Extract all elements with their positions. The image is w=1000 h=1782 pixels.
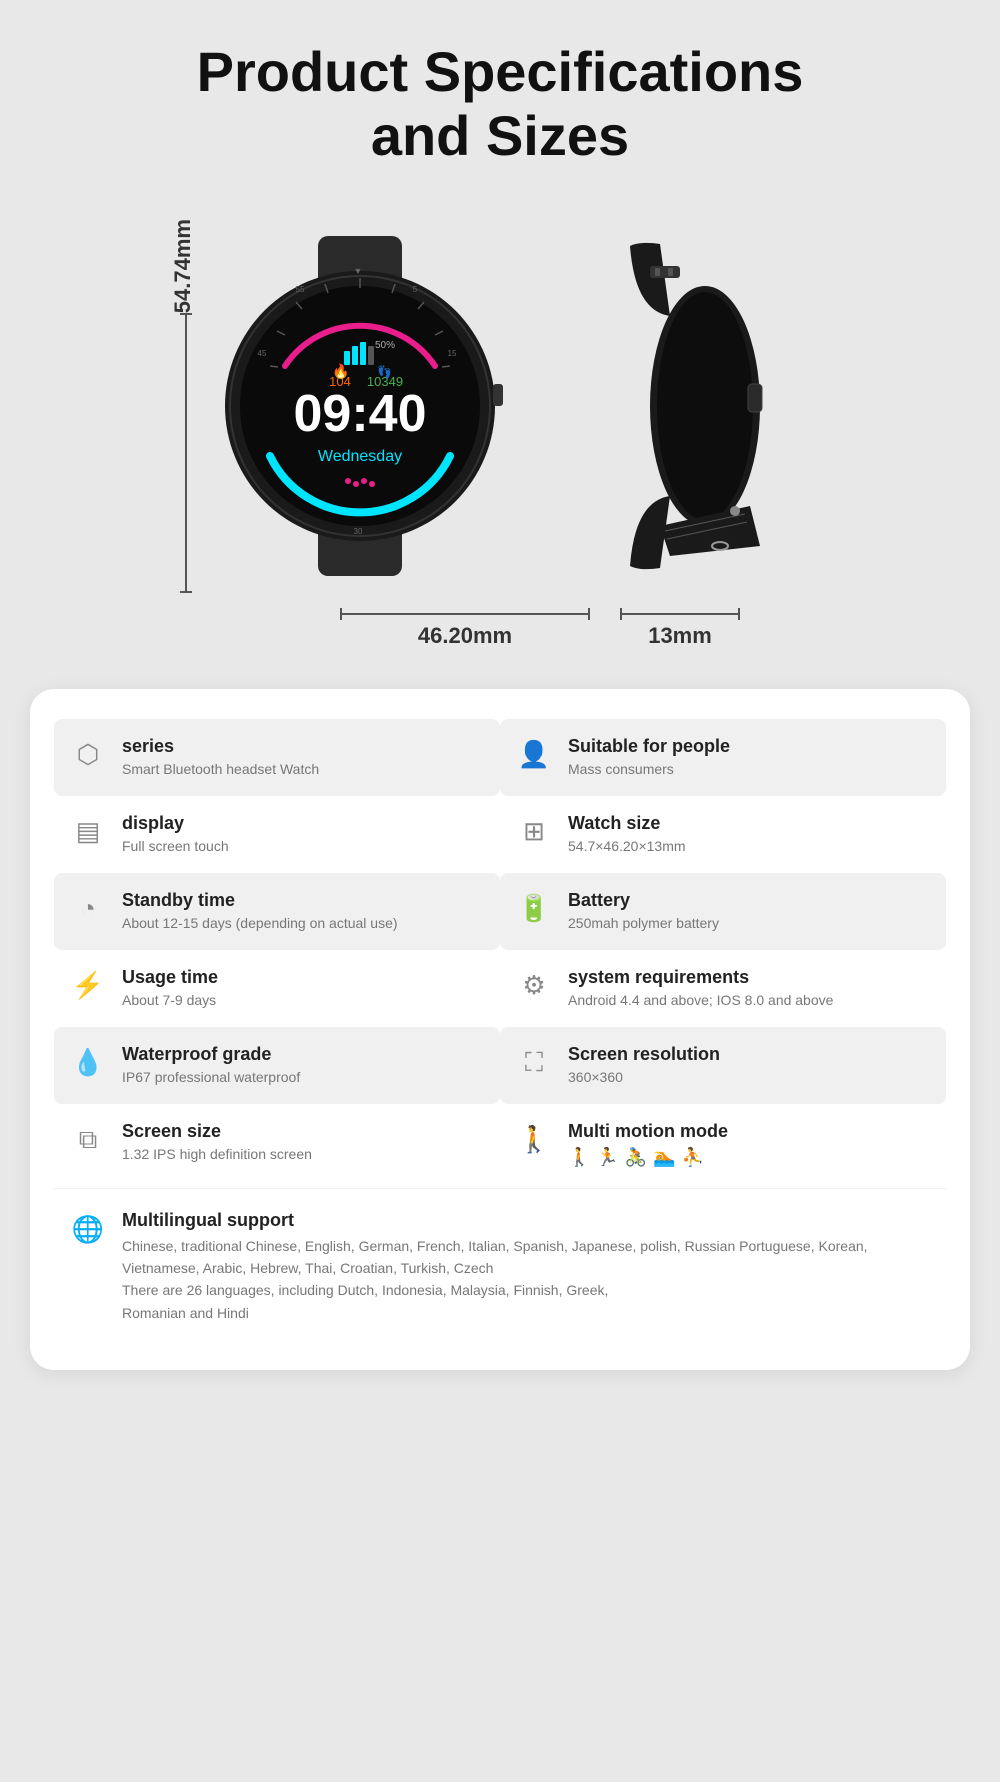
spec-cell-standby: ◔ Standby time About 12-15 days (dependi… xyxy=(54,873,500,950)
system-icon: ⚙ xyxy=(514,966,554,1006)
series-icon: ⬡ xyxy=(68,735,108,775)
page-wrapper: Product Specifications and Sizes 54.74mm xyxy=(0,0,1000,1430)
watch-side-svg xyxy=(550,236,830,576)
display-icon: ▤ xyxy=(68,812,108,852)
width-line xyxy=(340,613,590,615)
height-label: 54.74mm xyxy=(170,219,196,313)
resolution-title: Screen resolution xyxy=(568,1043,720,1066)
motion-icons-row: 🚶 🏃 🚴 🏊 ⛹ xyxy=(568,1147,728,1168)
spec-row-0: ⬡ series Smart Bluetooth headset Watch 👤… xyxy=(54,719,946,796)
motion-icon-3: 🚴 xyxy=(625,1147,647,1168)
depth-line xyxy=(620,613,740,615)
system-title: system requirements xyxy=(568,966,833,989)
spec-cell-watchsize: ⊞ Watch size 54.7×46.20×13mm xyxy=(500,796,946,873)
spec-cell-system: ⚙ system requirements Android 4.4 and ab… xyxy=(500,950,946,1027)
multilingual-title: Multilingual support xyxy=(122,1209,932,1232)
width-label: 46.20mm xyxy=(418,623,512,649)
motion-icon-1: 🚶 xyxy=(568,1147,590,1168)
page-title: Product Specifications and Sizes xyxy=(30,40,970,169)
svg-text:55: 55 xyxy=(296,285,305,294)
standby-icon: ◔ xyxy=(68,889,108,929)
svg-text:50%: 50% xyxy=(375,340,395,351)
spec-row-1: ▤ display Full screen touch ⊞ Watch size… xyxy=(54,796,946,873)
svg-text:30: 30 xyxy=(354,527,363,536)
usage-title: Usage time xyxy=(122,966,218,989)
spec-cell-multilingual: 🌐 Multilingual support Chinese, traditio… xyxy=(54,1193,946,1340)
spec-cell-motion: 🚶 Multi motion mode 🚶 🏃 🚴 🏊 ⛹ xyxy=(500,1104,946,1184)
battery-icon: 🔋 xyxy=(514,889,554,929)
depth-dimension: 13mm xyxy=(620,613,740,649)
waterproof-icon: 💧 xyxy=(68,1043,108,1083)
waterproof-value: IP67 professional waterproof xyxy=(122,1068,300,1088)
person-icon: 👤 xyxy=(514,735,554,775)
front-view-container: 54.74mm 09:40 xyxy=(170,219,510,593)
svg-text:▼: ▼ xyxy=(354,266,363,276)
watchsize-icon: ⊞ xyxy=(514,812,554,852)
usage-icon: ⚡ xyxy=(68,966,108,1006)
standby-value: About 12-15 days (depending on actual us… xyxy=(122,914,398,934)
spec-cell-battery: 🔋 Battery 250mah polymer battery xyxy=(500,873,946,950)
suitable-value: Mass consumers xyxy=(568,760,730,780)
svg-text:Wednesday: Wednesday xyxy=(318,448,402,465)
motion-icon: 🚶 xyxy=(514,1120,554,1160)
svg-text:5: 5 xyxy=(413,285,418,294)
multilingual-value: Chinese, traditional Chinese, English, G… xyxy=(122,1235,932,1325)
svg-text:15: 15 xyxy=(448,349,457,358)
display-title: display xyxy=(122,812,229,835)
display-value: Full screen touch xyxy=(122,837,229,857)
battery-value: 250mah polymer battery xyxy=(568,914,719,934)
spec-cell-display: ▤ display Full screen touch xyxy=(54,796,500,873)
divider xyxy=(54,1188,946,1189)
screensize-value: 1.32 IPS high definition screen xyxy=(122,1145,312,1165)
depth-label: 13mm xyxy=(648,623,712,649)
battery-title: Battery xyxy=(568,889,719,912)
svg-text:👣: 👣 xyxy=(377,364,392,379)
system-value: Android 4.4 and above; IOS 8.0 and above xyxy=(568,991,833,1011)
motion-icon-2: 🏃 xyxy=(596,1147,618,1168)
height-line xyxy=(185,313,187,593)
specs-card: ⬡ series Smart Bluetooth headset Watch 👤… xyxy=(30,689,970,1370)
watchsize-title: Watch size xyxy=(568,812,686,835)
screensize-title: Screen size xyxy=(122,1120,312,1143)
spec-row-2: ◔ Standby time About 12-15 days (dependi… xyxy=(54,873,946,950)
spec-cell-usage: ⚡ Usage time About 7-9 days xyxy=(54,950,500,1027)
svg-text:09:40: 09:40 xyxy=(294,385,427,443)
motion-icon-5: ⛹ xyxy=(682,1147,704,1168)
resolution-icon: ⛶ xyxy=(514,1043,554,1083)
waterproof-title: Waterproof grade xyxy=(122,1043,300,1066)
resolution-value: 360×360 xyxy=(568,1068,720,1088)
spec-cell-series: ⬡ series Smart Bluetooth headset Watch xyxy=(54,719,500,796)
width-dimension: 46.20mm xyxy=(340,613,590,649)
spec-cell-screensize: ⧉ Screen size 1.32 IPS high definition s… xyxy=(54,1104,500,1184)
spec-row-5: ⧉ Screen size 1.32 IPS high definition s… xyxy=(54,1104,946,1184)
watch-diagram: 54.74mm 09:40 xyxy=(30,209,970,593)
svg-text:45: 45 xyxy=(258,349,267,358)
spec-row-4: 💧 Waterproof grade IP67 professional wat… xyxy=(54,1027,946,1104)
side-view-container xyxy=(550,236,830,576)
spec-cell-resolution: ⛶ Screen resolution 360×360 xyxy=(500,1027,946,1104)
motion-icon-4: 🏊 xyxy=(653,1147,675,1168)
svg-text:🔥: 🔥 xyxy=(332,363,349,380)
series-value: Smart Bluetooth headset Watch xyxy=(122,760,319,780)
screensize-icon: ⧉ xyxy=(68,1120,108,1160)
motion-title: Multi motion mode xyxy=(568,1120,728,1143)
suitable-title: Suitable for people xyxy=(568,735,730,758)
standby-title: Standby time xyxy=(122,889,398,912)
series-title: series xyxy=(122,735,319,758)
globe-icon: 🌐 xyxy=(68,1209,108,1249)
watch-front-svg: 09:40 Wednesday 104 10349 50% 🔥 👣 xyxy=(210,236,510,576)
spec-cell-waterproof: 💧 Waterproof grade IP67 professional wat… xyxy=(54,1027,500,1104)
spec-cell-suitable: 👤 Suitable for people Mass consumers xyxy=(500,719,946,796)
spec-row-3: ⚡ Usage time About 7-9 days ⚙ system req… xyxy=(54,950,946,1027)
usage-value: About 7-9 days xyxy=(122,991,218,1011)
watchsize-value: 54.7×46.20×13mm xyxy=(568,837,686,857)
bottom-dimensions: 46.20mm 13mm xyxy=(30,613,970,649)
